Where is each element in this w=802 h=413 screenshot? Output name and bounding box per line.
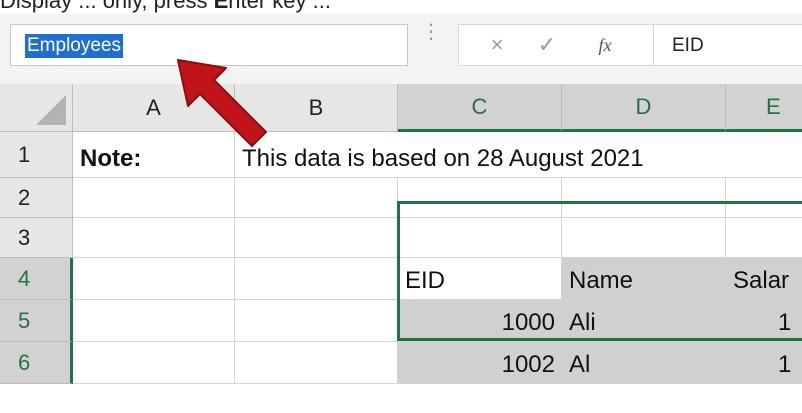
spreadsheet-grid: A B C D E 1 2 3 4 5 6 Note: This data is… bbox=[0, 84, 802, 413]
top-caption: Display ... only, press Enter key ... bbox=[0, 0, 802, 14]
formula-bar-area: Employees ⋮ × ✓ fx EID bbox=[0, 14, 802, 84]
cell-b6[interactable] bbox=[235, 342, 398, 384]
cell-e6-text: 1 bbox=[778, 351, 792, 378]
cell-c5-text: 1000 bbox=[501, 309, 555, 336]
cell-a5[interactable] bbox=[73, 300, 235, 342]
cell-c4-text: EID bbox=[405, 267, 446, 294]
cell-d5[interactable]: Ali bbox=[562, 300, 726, 342]
cell-e1[interactable] bbox=[726, 132, 802, 178]
cell-a2[interactable] bbox=[73, 178, 235, 218]
cell-d1[interactable] bbox=[562, 132, 726, 178]
cell-e2[interactable] bbox=[726, 178, 802, 218]
resize-handle-icon[interactable]: ⋮ bbox=[421, 22, 441, 58]
row-header-5[interactable]: 5 bbox=[0, 300, 73, 342]
cell-e4[interactable]: Salar bbox=[726, 258, 802, 300]
cell-b5[interactable] bbox=[235, 300, 398, 342]
cell-c4[interactable]: EID bbox=[398, 258, 562, 300]
formula-value[interactable]: EID bbox=[672, 34, 704, 58]
cancel-icon[interactable]: × bbox=[479, 25, 515, 65]
cell-b2[interactable] bbox=[235, 178, 398, 218]
column-header-c[interactable]: C bbox=[398, 84, 562, 132]
cell-d2[interactable] bbox=[562, 178, 726, 218]
cell-a4[interactable] bbox=[73, 258, 235, 300]
cell-b3[interactable] bbox=[235, 218, 398, 258]
cell-d6[interactable]: Al bbox=[562, 342, 726, 384]
cell-a1-text: Note: bbox=[80, 145, 142, 172]
select-all-icon bbox=[36, 95, 66, 125]
cell-c3[interactable] bbox=[398, 218, 562, 258]
cell-d4[interactable]: Name bbox=[562, 258, 726, 300]
cell-a3[interactable] bbox=[73, 218, 235, 258]
row-header-3[interactable]: 3 bbox=[0, 218, 73, 258]
column-header-d[interactable]: D bbox=[562, 84, 726, 132]
cell-a6[interactable] bbox=[73, 342, 235, 384]
row-header-2[interactable]: 2 bbox=[0, 178, 73, 218]
name-box-value[interactable]: Employees bbox=[25, 34, 123, 58]
formula-input[interactable]: EID bbox=[654, 24, 802, 66]
insert-function-icon[interactable]: fx bbox=[587, 25, 623, 65]
cell-e5-text: 1 bbox=[778, 309, 792, 336]
formula-buttons: × ✓ fx bbox=[458, 24, 654, 66]
cell-e3[interactable] bbox=[726, 218, 802, 258]
cell-c5[interactable]: 1000 bbox=[398, 300, 562, 342]
annotation-arrow-icon bbox=[177, 59, 267, 147]
select-all-corner[interactable] bbox=[0, 84, 73, 132]
cell-d6-text: Al bbox=[569, 351, 591, 378]
column-header-e[interactable]: E bbox=[726, 84, 802, 132]
cell-b4[interactable] bbox=[235, 258, 398, 300]
cell-c6-text: 1002 bbox=[501, 351, 555, 378]
enter-check-icon[interactable]: ✓ bbox=[529, 25, 565, 65]
row-header-6[interactable]: 6 bbox=[0, 342, 73, 384]
cell-c6[interactable]: 1002 bbox=[398, 342, 562, 384]
cell-e5[interactable]: 1 bbox=[726, 300, 802, 342]
cell-d4-text: Name bbox=[569, 267, 634, 294]
cell-e6[interactable]: 1 bbox=[726, 342, 802, 384]
cell-c2[interactable] bbox=[398, 178, 562, 218]
cell-d3[interactable] bbox=[562, 218, 726, 258]
row-header-4[interactable]: 4 bbox=[0, 258, 73, 300]
row-header-1[interactable]: 1 bbox=[0, 132, 73, 178]
cell-e4-text: Salar bbox=[733, 267, 790, 294]
cell-c1[interactable] bbox=[398, 132, 562, 178]
cell-d5-text: Ali bbox=[569, 309, 596, 336]
caption-text: Display ... only, press Enter key ... bbox=[0, 0, 331, 13]
